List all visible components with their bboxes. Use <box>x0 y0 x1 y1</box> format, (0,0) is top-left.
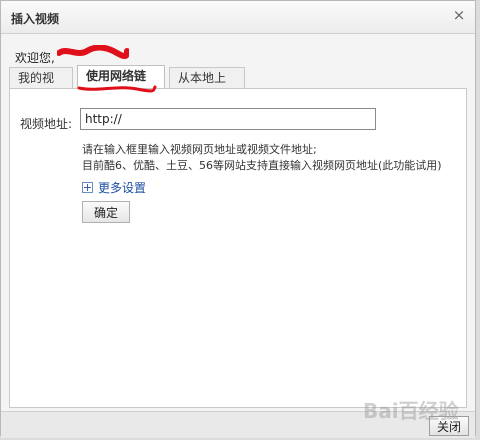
dialog-titlebar: 插入视频 × <box>1 1 475 34</box>
more-settings-link[interactable]: 更多设置 <box>82 179 146 196</box>
insert-video-dialog: 插入视频 × 欢迎您, 我的视频 使用网络链接 从本地上传 视频地址: 请在输入… <box>0 0 476 438</box>
dialog-title: 插入视频 <box>11 12 60 26</box>
tab-my-videos[interactable]: 我的视频 <box>9 67 73 105</box>
video-url-label: 视频地址: <box>20 117 73 131</box>
video-url-input[interactable] <box>80 108 376 130</box>
hint-text-line2: 目前酷6、优酷、土豆、56等网站支持直接输入视频网页地址(此功能试用) <box>82 159 442 172</box>
more-settings-label: 更多设置 <box>98 181 147 195</box>
confirm-button[interactable]: 确定 <box>82 201 130 223</box>
redacted-username-scribble <box>57 45 129 59</box>
baidu-watermark: Bai百经验 <box>363 399 459 423</box>
welcome-text: 欢迎您, <box>15 51 55 65</box>
plus-box-icon <box>82 182 93 193</box>
tab-underline-scribble <box>77 85 157 93</box>
tab-panel-network-link: 视频地址: 请在输入框里输入视频网页地址或视频文件地址; 目前酷6、优酷、土豆、… <box>9 88 467 408</box>
hint-text-line1: 请在输入框里输入视频网页地址或视频文件地址; <box>82 143 317 156</box>
close-icon[interactable]: × <box>451 7 467 23</box>
tab-local-upload[interactable]: 从本地上传 <box>169 67 245 105</box>
